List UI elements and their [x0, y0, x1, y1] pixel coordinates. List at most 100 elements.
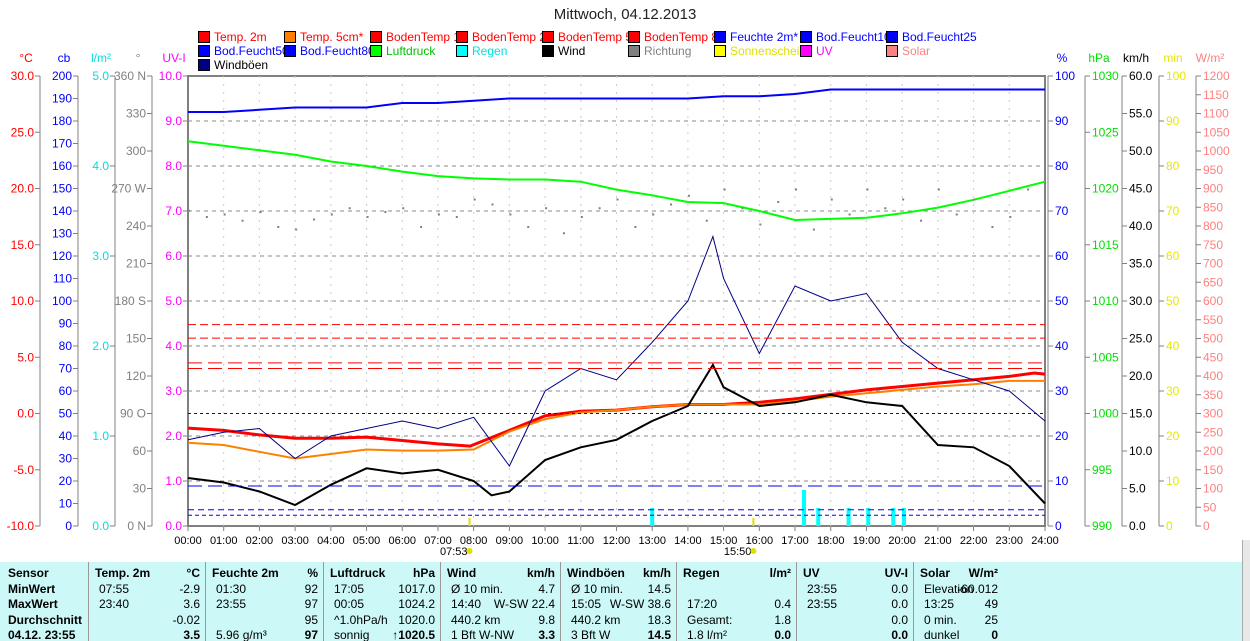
axis-tick-label: 190	[52, 92, 72, 106]
table-value: 92	[304, 581, 318, 596]
legend-label: UV	[816, 44, 833, 58]
rain-bar	[891, 508, 896, 526]
axis-tick-label: -10.0	[7, 519, 35, 533]
legend-label: Windböen	[214, 58, 269, 72]
legend-item: Bod.Feucht10	[800, 30, 891, 44]
direction-point	[795, 188, 798, 191]
axis-tick-label: 10	[1055, 474, 1069, 488]
rain-bar	[816, 508, 821, 526]
x-tick-label: 17:00	[781, 535, 809, 547]
axis-tick-label: 70	[1166, 204, 1180, 218]
legend-swatch	[800, 31, 812, 43]
direction-point	[991, 226, 994, 228]
table-value: 97	[304, 628, 318, 641]
axis-tick-label: 0	[1203, 519, 1210, 533]
legend-label: Bod.Feucht25	[902, 30, 977, 44]
axis-tick-label: 20	[59, 474, 73, 488]
direction-point	[277, 226, 280, 228]
direction-point	[652, 213, 655, 216]
axis-tick-label: 0.0	[17, 407, 34, 421]
sun-marker	[466, 548, 473, 554]
legend-item: BodenTemp 50	[542, 30, 639, 44]
axis-tick-label: 30	[1166, 384, 1180, 398]
axis-tick-label: 150	[52, 182, 72, 196]
x-tick-label: 12:00	[603, 535, 631, 547]
axis-tick-label: 30.0	[11, 69, 35, 83]
table-value: 1.8	[774, 612, 791, 627]
legend-label: Feuchte 2m*	[730, 30, 799, 44]
legend-label: Solar	[902, 44, 931, 58]
rain-bar	[801, 490, 806, 526]
x-tick-label: 04:00	[317, 535, 345, 547]
x-tick-label: 06:00	[388, 535, 416, 547]
table-label: ^1.0hPa/h	[334, 612, 388, 627]
axis-tick-label: 2.0	[92, 339, 109, 353]
direction-point	[312, 218, 315, 221]
legend-label: Regen	[472, 44, 508, 58]
axis-tick-label: 10.0	[159, 69, 183, 83]
axis-tick-label: 130	[52, 227, 72, 241]
axis-tick-label: 200	[52, 69, 72, 83]
legend-swatch	[628, 45, 640, 57]
legend-swatch	[284, 31, 296, 43]
axis-tick-label: 5.0	[1129, 482, 1146, 496]
axis-tick-label: 0	[1055, 519, 1062, 533]
legend-label: BodenTemp 80	[644, 30, 725, 44]
table-label: Ø 10 min.	[451, 581, 504, 596]
table-label: 07:55	[99, 581, 130, 596]
axis-tick-label: 50	[1055, 294, 1069, 308]
axis-tick-label: 995	[1092, 463, 1112, 477]
scrollbar[interactable]	[1242, 540, 1250, 641]
axis-tick-label: 200	[1203, 444, 1223, 458]
legend-swatch	[886, 45, 898, 57]
axis-tick-label: 210	[126, 257, 146, 271]
legend-item: Windböen	[198, 58, 268, 72]
x-tick-label: 03:00	[281, 535, 309, 547]
direction-point	[437, 213, 440, 216]
direction-point	[705, 219, 708, 222]
axis-tick-label: 25.0	[1129, 332, 1153, 346]
table-label: 440.2 km	[571, 612, 621, 627]
table-label: Sensor	[8, 566, 49, 580]
axis-tick-label: 0.0	[165, 519, 182, 533]
axis-tick-label: 160	[52, 159, 72, 173]
axis-tick-label: 1150	[1203, 88, 1229, 102]
axis-tick-label: 55.0	[1129, 107, 1153, 121]
table-value: W/m²	[968, 566, 998, 580]
axis-tick-label: 400	[1203, 369, 1223, 383]
table-label: 440.2 km	[451, 612, 501, 627]
direction-point	[545, 207, 548, 210]
axis-tick-label: 60	[59, 384, 73, 398]
legend-swatch	[628, 31, 640, 43]
legend-item: BodenTemp 80	[628, 30, 725, 44]
axis-tick-label: 240	[126, 219, 146, 233]
legend-item: BodenTemp 25	[456, 30, 553, 44]
axis-tick-label: 600	[1203, 294, 1223, 308]
axis-tick-label: 4.0	[92, 159, 109, 173]
table-value: 9.8	[538, 612, 555, 627]
axis-tick-label: 900	[1203, 182, 1223, 196]
table-value: ↑1020.5	[392, 628, 435, 641]
legend-item: Regen	[456, 44, 507, 58]
legend-swatch	[456, 45, 468, 57]
axis-tick-label: 800	[1203, 219, 1223, 233]
table-value: 1017.0	[398, 581, 435, 596]
direction-point	[1009, 216, 1012, 218]
x-tick-label: 19:00	[853, 535, 881, 547]
axis-tick-label: 150	[126, 332, 146, 346]
legend-label: Temp. 5cm*	[300, 30, 364, 44]
axis-tick-label: 100	[1055, 69, 1075, 83]
legend-item: Luftdruck	[370, 44, 435, 58]
table-column: Regen l/m² 17:20 0.4 Gesamt: 1.8 1.8 l/m² 0.0	[676, 562, 797, 641]
legend-item: Bod.Feucht50	[198, 44, 289, 58]
legend-item: Feuchte 2m*	[714, 30, 798, 44]
table-value: 0.0	[891, 581, 908, 596]
table-label: 00:05	[334, 597, 365, 611]
axis-tick-label: 10	[59, 497, 73, 511]
table-value: 0.0	[891, 597, 908, 611]
axis-tick-label: 40	[1166, 339, 1180, 353]
table-column: Temp. 2m °C 07:55 -2.9 23:40 3.6 -0.02 3.5	[88, 562, 206, 641]
legend-item: UV	[800, 44, 833, 58]
x-tick-label: 09:00	[496, 535, 524, 547]
legend-item: Temp. 5cm*	[284, 30, 363, 44]
